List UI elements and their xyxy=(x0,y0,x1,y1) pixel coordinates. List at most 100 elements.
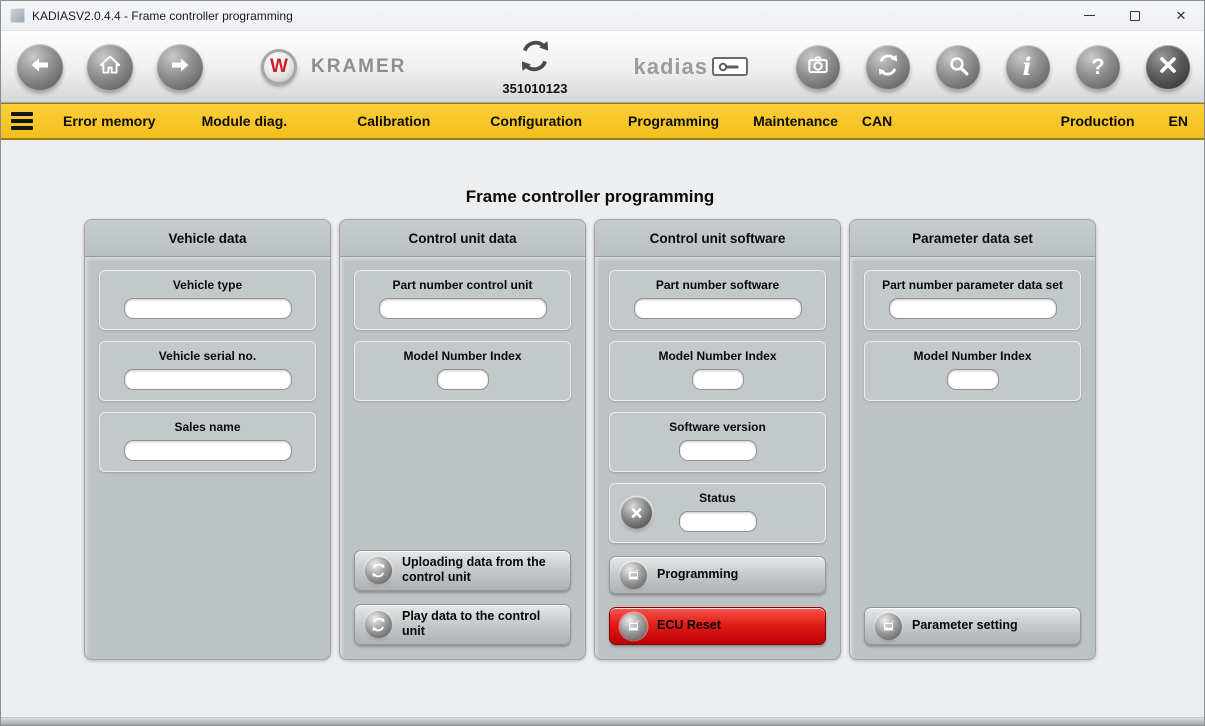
kadias-logo: kadias xyxy=(633,54,748,80)
menu-item-error-memory[interactable]: Error memory xyxy=(63,113,156,129)
toolbar: W KRAMER 351010123 kadias xyxy=(1,31,1204,103)
page-title: Frame controller programming xyxy=(84,140,1096,219)
field-label: Sales name xyxy=(108,420,307,434)
field-sales-name: Sales name xyxy=(99,412,316,472)
part-number-control-unit-input[interactable] xyxy=(379,298,547,319)
kadias-brand-text: kadias xyxy=(633,54,708,80)
help-icon: ? xyxy=(1091,56,1104,78)
menu-item-calibration[interactable]: Calibration xyxy=(357,113,430,129)
panel-title: Vehicle data xyxy=(85,220,330,257)
programming-button[interactable]: Programming xyxy=(609,556,826,594)
window-bottom-edge xyxy=(1,717,1204,725)
home-icon xyxy=(97,52,123,81)
menu-item-module-diag[interactable]: Module diag. xyxy=(202,113,288,129)
language-selector[interactable]: EN xyxy=(1169,113,1188,129)
panel-title: Control unit software xyxy=(595,220,840,257)
kramer-logo: W KRAMER xyxy=(261,49,406,85)
info-button[interactable]: i xyxy=(1006,45,1050,89)
window-close-button[interactable]: ✕ xyxy=(1158,1,1204,30)
status-error-x-icon xyxy=(621,498,652,529)
ecu-reset-button[interactable]: ECU Reset xyxy=(609,607,826,645)
close-icon: ✕ xyxy=(1176,9,1187,22)
menu-item-production[interactable]: Production xyxy=(1061,113,1135,129)
sync-icon xyxy=(365,557,392,584)
hamburger-menu-button[interactable] xyxy=(9,111,35,131)
camera-icon xyxy=(805,52,831,81)
maximize-icon xyxy=(1130,11,1140,21)
field-software-version: Software version xyxy=(609,412,826,472)
back-arrow-icon xyxy=(28,53,52,80)
sync-icon xyxy=(365,611,392,638)
maximize-button[interactable] xyxy=(1112,1,1158,30)
field-label: Vehicle serial no. xyxy=(108,349,307,363)
main-menu: Error memory Module diag. Calibration Co… xyxy=(1,103,1204,140)
panel-parameter-data-set: Parameter data set Part number parameter… xyxy=(849,219,1096,660)
kramer-brand-text: KRAMER xyxy=(311,56,406,78)
field-label: Model Number Index xyxy=(873,349,1072,363)
field-label: Software version xyxy=(618,420,817,434)
search-button[interactable] xyxy=(936,45,980,89)
screenshot-button[interactable] xyxy=(796,45,840,89)
kramer-w-icon: W xyxy=(261,49,297,85)
field-part-number-parameter: Part number parameter data set xyxy=(864,270,1081,330)
ecu-laptop-icon xyxy=(620,613,647,640)
wrench-icon xyxy=(712,57,748,76)
field-part-number-software: Part number software xyxy=(609,270,826,330)
button-label: Parameter setting xyxy=(912,618,1018,634)
menu-item-maintenance[interactable]: Maintenance xyxy=(753,113,838,129)
field-label: Part number control unit xyxy=(363,278,562,292)
help-button[interactable]: ? xyxy=(1076,45,1120,89)
model-number-index-sw-input[interactable] xyxy=(692,369,744,390)
serial-number: 351010123 xyxy=(502,81,567,96)
field-label: Model Number Index xyxy=(363,349,562,363)
field-label: Part number parameter data set xyxy=(873,278,1072,292)
field-vehicle-serial: Vehicle serial no. xyxy=(99,341,316,401)
forward-arrow-icon xyxy=(168,53,192,80)
model-number-index-cu-input[interactable] xyxy=(437,369,489,390)
main-content: Frame controller programming Vehicle dat… xyxy=(1,140,1204,717)
field-label: Model Number Index xyxy=(618,349,817,363)
model-number-index-pd-input[interactable] xyxy=(947,369,999,390)
refresh-icon xyxy=(516,37,554,80)
minimize-icon xyxy=(1084,15,1095,16)
part-number-software-input[interactable] xyxy=(634,298,802,319)
ecu-laptop-icon xyxy=(875,613,902,640)
exit-button[interactable] xyxy=(1146,45,1190,89)
menu-item-programming[interactable]: Programming xyxy=(628,113,719,129)
connection-status: 351010123 xyxy=(502,37,567,96)
field-vehicle-type: Vehicle type xyxy=(99,270,316,330)
button-label: Uploading data from the control unit xyxy=(402,555,560,586)
vehicle-type-input[interactable] xyxy=(124,298,292,319)
field-model-number-index-cu: Model Number Index xyxy=(354,341,571,401)
panel-title: Parameter data set xyxy=(850,220,1095,257)
ecu-laptop-icon xyxy=(620,562,647,589)
field-part-number-control-unit: Part number control unit xyxy=(354,270,571,330)
window-title: KADIASV2.0.4.4 - Frame controller progra… xyxy=(32,9,293,23)
home-button[interactable] xyxy=(87,44,133,90)
button-label: Play data to the control unit xyxy=(402,609,560,640)
field-model-number-index-pd: Model Number Index xyxy=(864,341,1081,401)
back-button[interactable] xyxy=(17,44,63,90)
software-version-input[interactable] xyxy=(679,440,757,461)
field-label: Vehicle type xyxy=(108,278,307,292)
part-number-parameter-input[interactable] xyxy=(889,298,1057,319)
upload-data-button[interactable]: Uploading data from the control unit xyxy=(354,550,571,591)
button-label: Programming xyxy=(657,567,738,583)
panel-control-unit-software: Control unit software Part number softwa… xyxy=(594,219,841,660)
menu-item-can[interactable]: CAN xyxy=(862,113,892,129)
parameter-setting-button[interactable]: Parameter setting xyxy=(864,607,1081,645)
field-status: Status xyxy=(609,483,826,543)
titlebar: KADIASV2.0.4.4 - Frame controller progra… xyxy=(1,1,1204,31)
sync-button[interactable] xyxy=(866,45,910,89)
status-input[interactable] xyxy=(679,511,757,532)
panel-title: Control unit data xyxy=(340,220,585,257)
forward-button[interactable] xyxy=(157,44,203,90)
vehicle-serial-input[interactable] xyxy=(124,369,292,390)
minimize-button[interactable] xyxy=(1066,1,1112,30)
menu-item-configuration[interactable]: Configuration xyxy=(490,113,582,129)
play-data-button[interactable]: Play data to the control unit xyxy=(354,604,571,645)
field-model-number-index-sw: Model Number Index xyxy=(609,341,826,401)
close-x-icon xyxy=(1156,53,1180,80)
sync-icon xyxy=(875,52,901,81)
sales-name-input[interactable] xyxy=(124,440,292,461)
